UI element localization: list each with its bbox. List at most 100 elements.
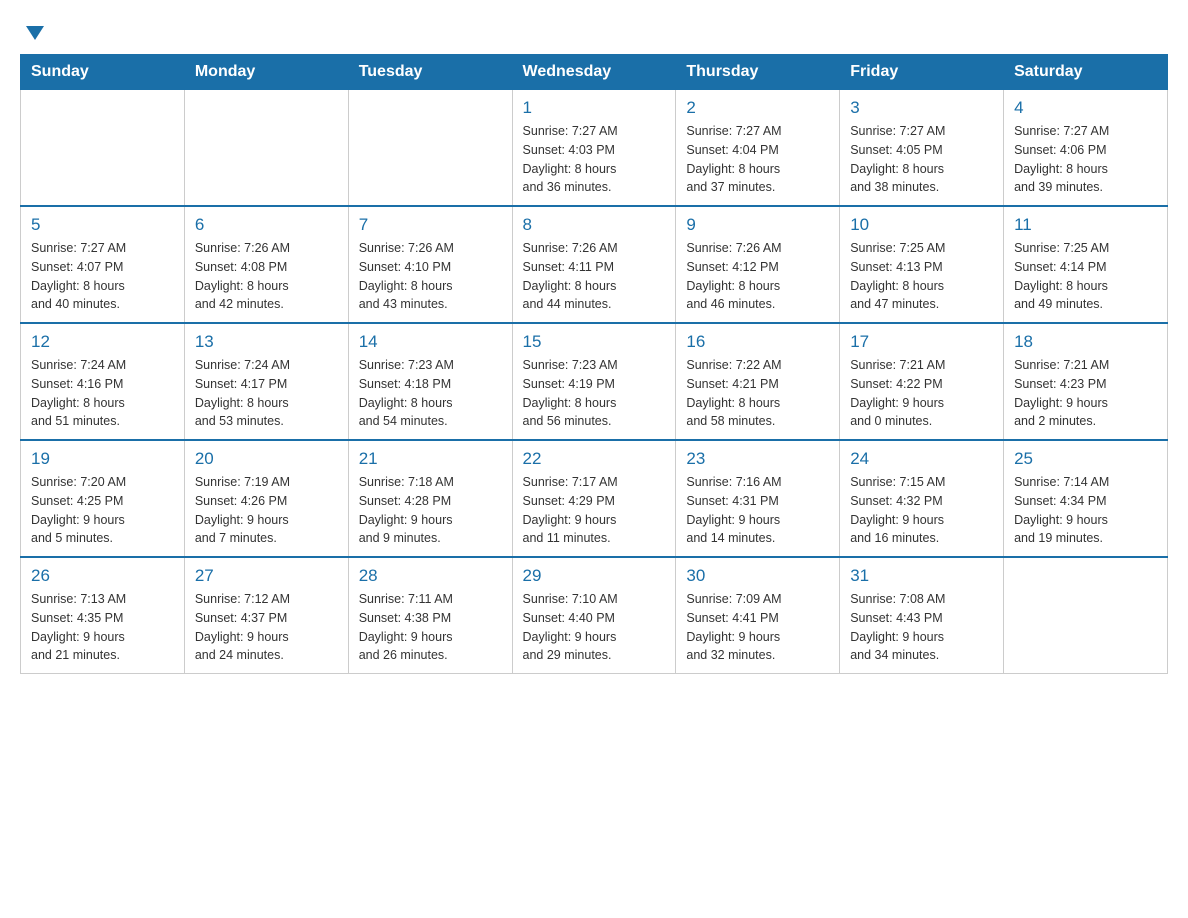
calendar-cell: 22Sunrise: 7:17 AMSunset: 4:29 PMDayligh…	[512, 440, 676, 557]
calendar-cell: 11 Sunrise: 7:25 AMSunset: 4:14 PMDayligh…	[1004, 206, 1168, 323]
day-number: 14	[359, 332, 502, 352]
day-number: 15	[523, 332, 666, 352]
calendar-cell: 9 Sunrise: 7:26 AMSunset: 4:12 PMDaylight…	[676, 206, 840, 323]
day-number: 11	[1014, 215, 1157, 235]
day-info: Sunrise: 7:27 AMSunset: 4:06 PMDaylight:…	[1014, 122, 1157, 197]
day-info: Sunrise: 7:25 AMSunset: 4:14 PMDaylight:…	[1014, 239, 1157, 314]
day-info: Sunrise: 7:17 AMSunset: 4:29 PMDaylight:…	[523, 473, 666, 548]
day-number: 21	[359, 449, 502, 469]
day-number: 28	[359, 566, 502, 586]
day-number: 12	[31, 332, 174, 352]
day-info: Sunrise: 7:18 AMSunset: 4:28 PMDaylight:…	[359, 473, 502, 548]
day-header-tuesday: Tuesday	[348, 55, 512, 90]
day-info: Sunrise: 7:14 AMSunset: 4:34 PMDaylight:…	[1014, 473, 1157, 548]
day-header-sunday: Sunday	[21, 55, 185, 90]
calendar-cell: 28 Sunrise: 7:11 AMSunset: 4:38 PMDayligh…	[348, 557, 512, 674]
day-number: 23	[686, 449, 829, 469]
calendar-cell: 27 Sunrise: 7:12 AMSunset: 4:37 PMDayligh…	[184, 557, 348, 674]
day-info: Sunrise: 7:24 AMSunset: 4:17 PMDaylight:…	[195, 356, 338, 431]
calendar-cell: 18 Sunrise: 7:21 AMSunset: 4:23 PMDayligh…	[1004, 323, 1168, 440]
day-number: 3	[850, 98, 993, 118]
day-info: Sunrise: 7:10 AMSunset: 4:40 PMDaylight:…	[523, 590, 666, 665]
calendar-cell: 14Sunrise: 7:23 AMSunset: 4:18 PMDayligh…	[348, 323, 512, 440]
day-info: Sunrise: 7:26 AMSunset: 4:11 PMDaylight:…	[523, 239, 666, 314]
day-info: Sunrise: 7:26 AMSunset: 4:12 PMDaylight:…	[686, 239, 829, 314]
day-info: Sunrise: 7:25 AMSunset: 4:13 PMDaylight:…	[850, 239, 993, 314]
logo-triangle-icon	[24, 22, 46, 44]
day-number: 6	[195, 215, 338, 235]
calendar-cell	[348, 90, 512, 207]
day-number: 8	[523, 215, 666, 235]
calendar-cell: 19 Sunrise: 7:20 AMSunset: 4:25 PMDayligh…	[21, 440, 185, 557]
calendar-cell: 13 Sunrise: 7:24 AMSunset: 4:17 PMDayligh…	[184, 323, 348, 440]
day-info: Sunrise: 7:23 AMSunset: 4:19 PMDaylight:…	[523, 356, 666, 431]
calendar-cell: 20 Sunrise: 7:19 AMSunset: 4:26 PMDayligh…	[184, 440, 348, 557]
day-info: Sunrise: 7:19 AMSunset: 4:26 PMDaylight:…	[195, 473, 338, 548]
calendar-cell: 2 Sunrise: 7:27 AMSunset: 4:04 PMDaylight…	[676, 90, 840, 207]
calendar-table: SundayMondayTuesdayWednesdayThursdayFrid…	[20, 54, 1168, 674]
calendar-cell: 6 Sunrise: 7:26 AMSunset: 4:08 PMDaylight…	[184, 206, 348, 323]
day-number: 31	[850, 566, 993, 586]
day-number: 5	[31, 215, 174, 235]
calendar-cell: 3 Sunrise: 7:27 AMSunset: 4:05 PMDaylight…	[840, 90, 1004, 207]
day-info: Sunrise: 7:11 AMSunset: 4:38 PMDaylight:…	[359, 590, 502, 665]
day-info: Sunrise: 7:27 AMSunset: 4:03 PMDaylight:…	[523, 122, 666, 197]
day-info: Sunrise: 7:27 AMSunset: 4:05 PMDaylight:…	[850, 122, 993, 197]
calendar-cell: 30 Sunrise: 7:09 AMSunset: 4:41 PMDayligh…	[676, 557, 840, 674]
calendar-cell	[184, 90, 348, 207]
calendar-cell: 31 Sunrise: 7:08 AMSunset: 4:43 PMDayligh…	[840, 557, 1004, 674]
day-number: 18	[1014, 332, 1157, 352]
day-info: Sunrise: 7:12 AMSunset: 4:37 PMDaylight:…	[195, 590, 338, 665]
day-info: Sunrise: 7:21 AMSunset: 4:22 PMDaylight:…	[850, 356, 993, 431]
calendar-cell: 25 Sunrise: 7:14 AMSunset: 4:34 PMDayligh…	[1004, 440, 1168, 557]
day-number: 4	[1014, 98, 1157, 118]
calendar-cell: 4 Sunrise: 7:27 AMSunset: 4:06 PMDaylight…	[1004, 90, 1168, 207]
day-info: Sunrise: 7:08 AMSunset: 4:43 PMDaylight:…	[850, 590, 993, 665]
day-info: Sunrise: 7:26 AMSunset: 4:08 PMDaylight:…	[195, 239, 338, 314]
calendar-cell	[21, 90, 185, 207]
day-info: Sunrise: 7:09 AMSunset: 4:41 PMDaylight:…	[686, 590, 829, 665]
day-number: 20	[195, 449, 338, 469]
day-info: Sunrise: 7:24 AMSunset: 4:16 PMDaylight:…	[31, 356, 174, 431]
day-number: 19	[31, 449, 174, 469]
calendar-cell: 15 Sunrise: 7:23 AMSunset: 4:19 PMDayligh…	[512, 323, 676, 440]
day-info: Sunrise: 7:16 AMSunset: 4:31 PMDaylight:…	[686, 473, 829, 548]
day-info: Sunrise: 7:26 AMSunset: 4:10 PMDaylight:…	[359, 239, 502, 314]
day-number: 16	[686, 332, 829, 352]
day-info: Sunrise: 7:27 AMSunset: 4:04 PMDaylight:…	[686, 122, 829, 197]
calendar-cell: 16 Sunrise: 7:22 AMSunset: 4:21 PMDayligh…	[676, 323, 840, 440]
page-header	[20, 20, 1168, 44]
day-number: 17	[850, 332, 993, 352]
calendar-cell: 7 Sunrise: 7:26 AMSunset: 4:10 PMDaylight…	[348, 206, 512, 323]
day-header-wednesday: Wednesday	[512, 55, 676, 90]
day-number: 13	[195, 332, 338, 352]
logo	[20, 20, 46, 44]
day-number: 29	[523, 566, 666, 586]
day-number: 27	[195, 566, 338, 586]
calendar-cell: 8 Sunrise: 7:26 AMSunset: 4:11 PMDaylight…	[512, 206, 676, 323]
calendar-cell: 17 Sunrise: 7:21 AMSunset: 4:22 PMDayligh…	[840, 323, 1004, 440]
calendar-cell: 26Sunrise: 7:13 AMSunset: 4:35 PMDayligh…	[21, 557, 185, 674]
day-header-friday: Friday	[840, 55, 1004, 90]
calendar-cell	[1004, 557, 1168, 674]
calendar-cell: 23 Sunrise: 7:16 AMSunset: 4:31 PMDayligh…	[676, 440, 840, 557]
day-number: 25	[1014, 449, 1157, 469]
calendar-cell: 5 Sunrise: 7:27 AMSunset: 4:07 PMDaylight…	[21, 206, 185, 323]
day-header-saturday: Saturday	[1004, 55, 1168, 90]
calendar-cell: 21 Sunrise: 7:18 AMSunset: 4:28 PMDayligh…	[348, 440, 512, 557]
day-info: Sunrise: 7:21 AMSunset: 4:23 PMDaylight:…	[1014, 356, 1157, 431]
day-number: 26	[31, 566, 174, 586]
day-info: Sunrise: 7:15 AMSunset: 4:32 PMDaylight:…	[850, 473, 993, 548]
day-header-thursday: Thursday	[676, 55, 840, 90]
day-number: 1	[523, 98, 666, 118]
calendar-cell: 10Sunrise: 7:25 AMSunset: 4:13 PMDayligh…	[840, 206, 1004, 323]
day-info: Sunrise: 7:20 AMSunset: 4:25 PMDaylight:…	[31, 473, 174, 548]
calendar-header: SundayMondayTuesdayWednesdayThursdayFrid…	[21, 55, 1168, 90]
day-info: Sunrise: 7:27 AMSunset: 4:07 PMDaylight:…	[31, 239, 174, 314]
day-info: Sunrise: 7:22 AMSunset: 4:21 PMDaylight:…	[686, 356, 829, 431]
day-number: 9	[686, 215, 829, 235]
day-number: 7	[359, 215, 502, 235]
day-number: 2	[686, 98, 829, 118]
calendar-cell: 24Sunrise: 7:15 AMSunset: 4:32 PMDayligh…	[840, 440, 1004, 557]
day-number: 30	[686, 566, 829, 586]
